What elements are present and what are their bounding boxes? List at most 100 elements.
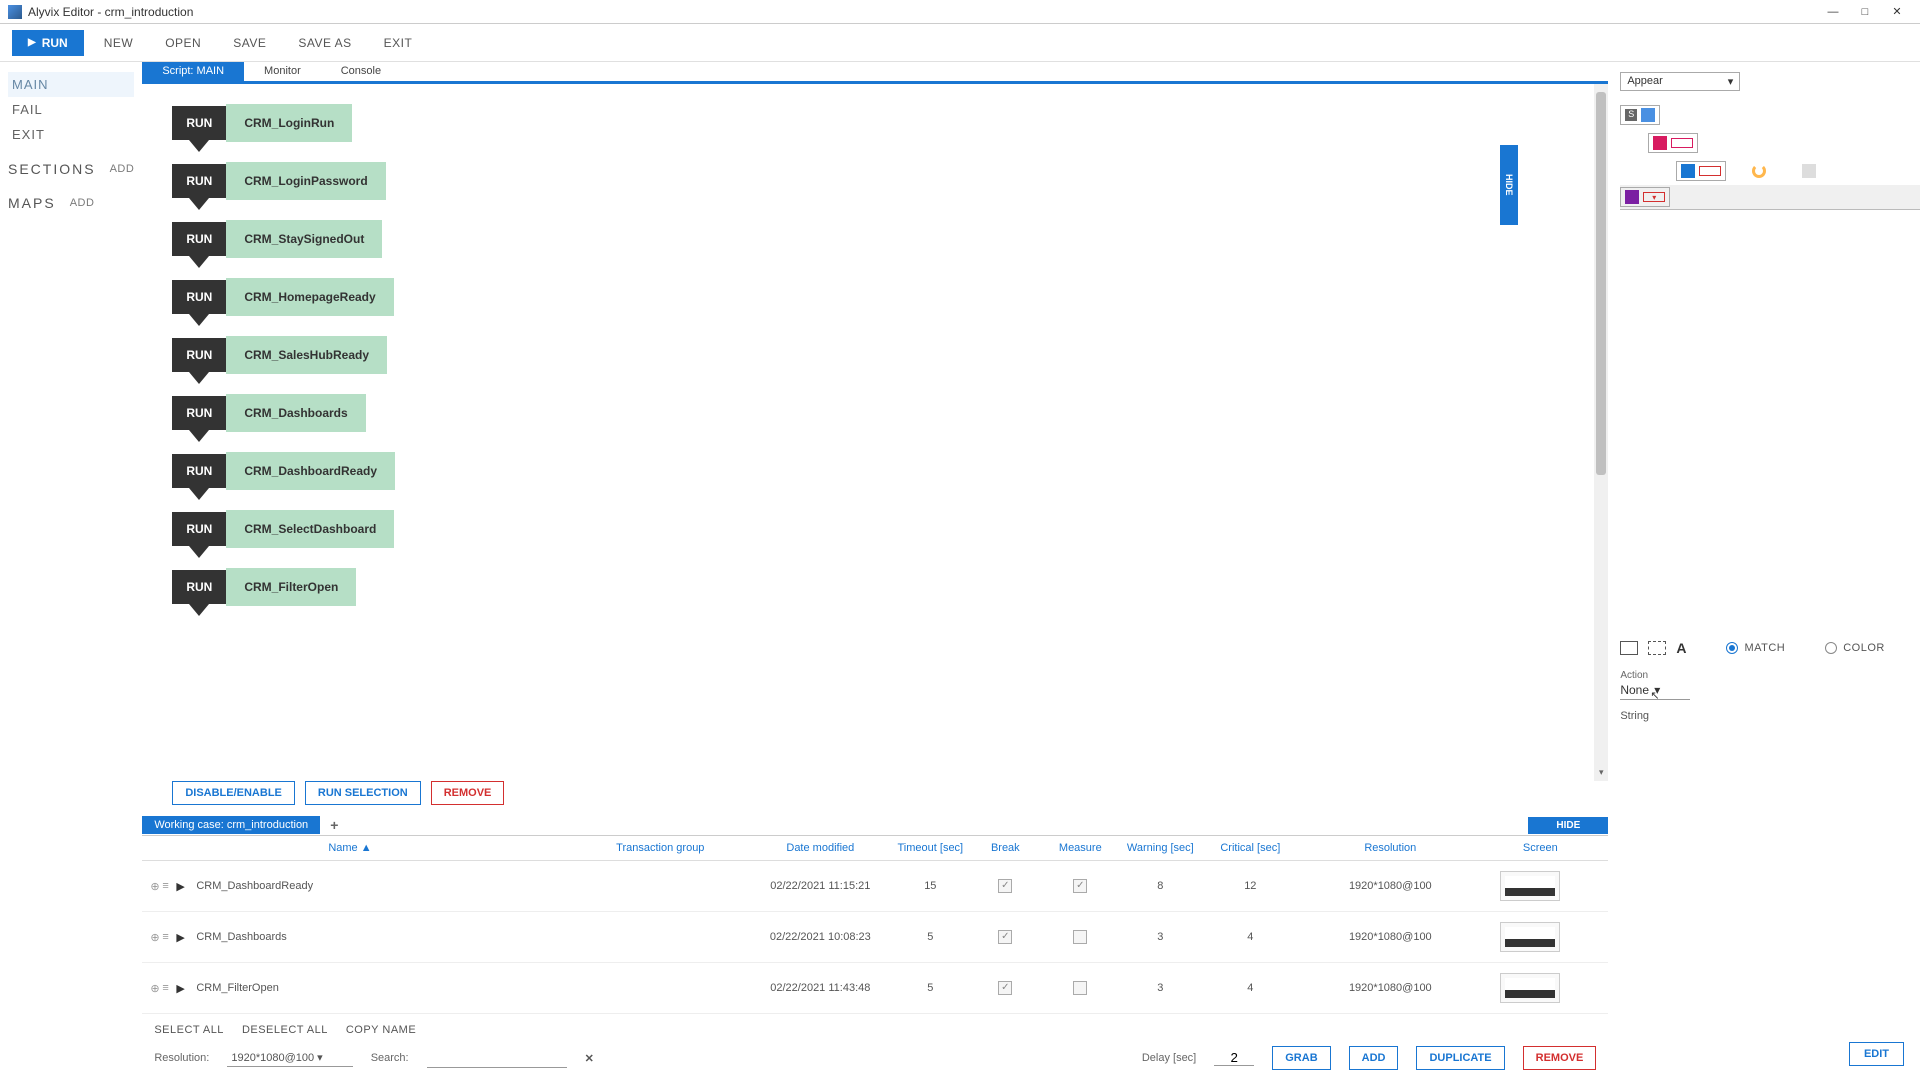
open-button[interactable]: OPEN	[153, 30, 213, 56]
measure-checkbox[interactable]	[1073, 930, 1087, 944]
step-run-0[interactable]: RUN	[172, 106, 226, 140]
disable-enable-button[interactable]: DISABLE/ENABLE	[172, 781, 295, 805]
step-run-7[interactable]: RUN	[172, 512, 226, 546]
run-button[interactable]: RUN	[12, 30, 84, 56]
step-name-5[interactable]: CRM_Dashboards	[226, 394, 365, 432]
col-resolution[interactable]: Resolution	[1300, 842, 1480, 854]
close-icon[interactable]: ✕	[1882, 2, 1912, 22]
step-run-2[interactable]: RUN	[172, 222, 226, 256]
minimize-icon[interactable]: —	[1818, 2, 1848, 22]
lines-icon[interactable]: ≡	[162, 982, 176, 994]
add-section-button[interactable]: ADD	[110, 163, 135, 175]
lines-icon[interactable]: ≡	[162, 931, 176, 943]
table-row[interactable]: ⊕ ≡ ▶ CRM_Dashboards 02/22/2021 10:08:23…	[142, 912, 1608, 963]
screen-thumbnail[interactable]	[1500, 922, 1560, 952]
measure-checkbox[interactable]	[1073, 879, 1087, 893]
step-run-3[interactable]: RUN	[172, 280, 226, 314]
drag-handle-icon[interactable]: ⊕	[150, 880, 162, 893]
play-row-icon[interactable]: ▶	[176, 931, 190, 944]
edit-button[interactable]: EDIT	[1849, 1042, 1904, 1066]
text-detector-icon[interactable]: A	[1676, 640, 1686, 656]
step-name-4[interactable]: CRM_SalesHubReady	[226, 336, 387, 374]
break-checkbox[interactable]	[998, 879, 1012, 893]
delay-input[interactable]	[1214, 1050, 1254, 1066]
duplicate-button[interactable]: DUPLICATE	[1416, 1046, 1504, 1070]
step-name-8[interactable]: CRM_FilterOpen	[226, 568, 356, 606]
step-name-0[interactable]: CRM_LoginRun	[226, 104, 352, 142]
drag-handle-icon[interactable]: ⊕	[150, 931, 162, 944]
play-row-icon[interactable]: ▶	[176, 880, 190, 893]
tab-script[interactable]: Script: MAIN	[142, 62, 244, 81]
step-run-5[interactable]: RUN	[172, 396, 226, 430]
deselect-all-button[interactable]: DESELECT ALL	[242, 1024, 328, 1036]
grab-button[interactable]: GRAB	[1272, 1046, 1330, 1070]
step-name-2[interactable]: CRM_StaySignedOut	[226, 220, 382, 258]
step-run-4[interactable]: RUN	[172, 338, 226, 372]
tab-monitor[interactable]: Monitor	[244, 62, 321, 81]
title-bar: Alyvix Editor - crm_introduction — □ ✕	[0, 0, 1920, 24]
new-button[interactable]: NEW	[92, 30, 146, 56]
step-name-6[interactable]: CRM_DashboardReady	[226, 452, 395, 490]
right-panel: Appear▾ S ▾ A MATCH COLOR SHAPE Action N…	[1608, 62, 1920, 1080]
tree-node-1[interactable]	[1648, 133, 1698, 153]
script-scrollbar[interactable]: ▾	[1594, 84, 1608, 781]
maximize-icon[interactable]: □	[1850, 2, 1880, 22]
action-label: Action	[1620, 670, 1920, 681]
step-run-1[interactable]: RUN	[172, 164, 226, 198]
col-timeout[interactable]: Timeout [sec]	[890, 842, 970, 854]
add-case-button[interactable]: +	[320, 817, 348, 833]
remove-case-button[interactable]: REMOVE	[1523, 1046, 1597, 1070]
resolution-select[interactable]: 1920*1080@100 ▾	[227, 1049, 352, 1067]
screen-thumbnail[interactable]	[1500, 973, 1560, 1003]
select-all-button[interactable]: SELECT ALL	[154, 1024, 224, 1036]
appear-select[interactable]: Appear▾	[1620, 72, 1740, 91]
add-button[interactable]: ADD	[1349, 1046, 1399, 1070]
step-run-6[interactable]: RUN	[172, 454, 226, 488]
col-break[interactable]: Break	[970, 842, 1040, 854]
image-detector-icon[interactable]	[1620, 641, 1638, 655]
step-name-1[interactable]: CRM_LoginPassword	[226, 162, 385, 200]
nav-exit[interactable]: EXIT	[8, 122, 134, 147]
table-row[interactable]: ⊕ ≡ ▶ CRM_DashboardReady 02/22/2021 11:1…	[142, 861, 1608, 912]
col-date-modified[interactable]: Date modified	[750, 842, 890, 854]
hide-table-button[interactable]: HIDE	[1528, 817, 1608, 834]
break-checkbox[interactable]	[998, 981, 1012, 995]
nav-main[interactable]: MAIN	[8, 72, 134, 97]
drag-handle-icon[interactable]: ⊕	[150, 982, 162, 995]
table-row[interactable]: ⊕ ≡ ▶ CRM_FilterOpen 02/22/2021 11:43:48…	[142, 963, 1608, 1014]
step-name-7[interactable]: CRM_SelectDashboard	[226, 510, 394, 548]
save-as-button[interactable]: SAVE AS	[286, 30, 363, 56]
nav-fail[interactable]: FAIL	[8, 97, 134, 122]
col-warning[interactable]: Warning [sec]	[1120, 842, 1200, 854]
measure-checkbox[interactable]	[1073, 981, 1087, 995]
break-checkbox[interactable]	[998, 930, 1012, 944]
col-name[interactable]: Name ▲	[150, 842, 570, 854]
copy-name-button[interactable]: COPY NAME	[346, 1024, 416, 1036]
tree-node-3-selected[interactable]: ▾	[1620, 187, 1670, 207]
working-case-tab[interactable]: Working case: crm_introduction	[142, 816, 320, 834]
step-run-8[interactable]: RUN	[172, 570, 226, 604]
tree-node-2[interactable]	[1676, 161, 1726, 181]
clear-search-icon[interactable]: ✕	[585, 1052, 594, 1065]
col-screen[interactable]: Screen	[1480, 842, 1600, 854]
add-map-button[interactable]: ADD	[70, 197, 95, 209]
match-radio[interactable]: MATCH	[1726, 642, 1785, 654]
run-selection-button[interactable]: RUN SELECTION	[305, 781, 421, 805]
hide-right-tab[interactable]: HIDE	[1500, 145, 1518, 225]
screen-thumbnail[interactable]	[1500, 871, 1560, 901]
color-radio[interactable]: COLOR	[1825, 642, 1885, 654]
rect-detector-icon[interactable]	[1648, 641, 1666, 655]
tree-root[interactable]: S	[1620, 105, 1660, 125]
play-row-icon[interactable]: ▶	[176, 982, 190, 995]
exit-button[interactable]: EXIT	[372, 30, 425, 56]
remove-step-button[interactable]: REMOVE	[431, 781, 505, 805]
search-input[interactable]	[427, 1048, 567, 1068]
col-transaction-group[interactable]: Transaction group	[570, 842, 750, 854]
col-measure[interactable]: Measure	[1040, 842, 1120, 854]
lines-icon[interactable]: ≡	[162, 880, 176, 892]
action-select[interactable]: None▾ ↖	[1620, 681, 1690, 700]
step-name-3[interactable]: CRM_HomepageReady	[226, 278, 393, 316]
col-critical[interactable]: Critical [sec]	[1200, 842, 1300, 854]
save-button[interactable]: SAVE	[221, 30, 278, 56]
tab-console[interactable]: Console	[321, 62, 401, 81]
